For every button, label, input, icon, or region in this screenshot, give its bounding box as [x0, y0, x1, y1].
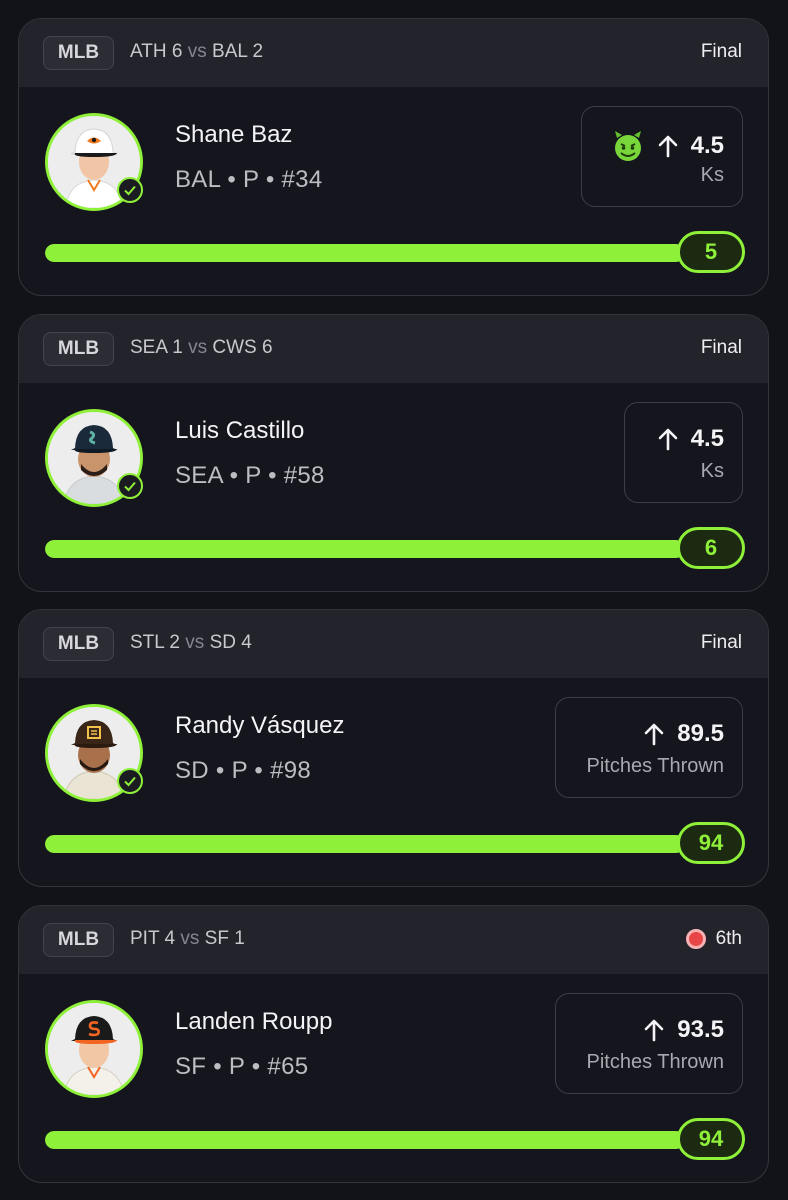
league-badge: MLB: [43, 332, 114, 366]
card-header: MLB SEA 1 vs CWS 6 Final: [19, 315, 768, 383]
matchup: STL 2 vs SD 4: [130, 632, 252, 654]
prop-stat-unit: Ks: [700, 460, 724, 482]
card-header: MLB STL 2 vs SD 4 Final: [19, 610, 768, 678]
league-badge: MLB: [43, 627, 114, 661]
away-team: STL: [130, 632, 165, 653]
game-status: 6th: [685, 928, 742, 950]
pick-card[interactable]: MLB STL 2 vs SD 4 Final Randy Vásquez SD…: [18, 609, 769, 887]
vs-label: vs: [188, 337, 208, 358]
away-score: 6: [171, 41, 183, 62]
progress-bar-fill: [45, 244, 685, 262]
prop-line: 89.5: [643, 720, 724, 748]
prop-line: 4.5: [611, 129, 724, 163]
result-badge: 5: [677, 231, 745, 273]
home-score: 6: [262, 337, 273, 358]
card-header: MLB ATH 6 vs BAL 2 Final: [19, 19, 768, 87]
game-status-label: Final: [700, 632, 742, 653]
player-meta: BAL • P • #34: [175, 166, 323, 193]
home-team: CWS: [212, 337, 257, 358]
arrow-up-icon: [658, 428, 677, 451]
prop-line-value: 93.5: [677, 1016, 724, 1043]
away-team: ATH: [130, 41, 167, 62]
matchup: SEA 1 vs CWS 6: [130, 337, 273, 359]
arrow-up-icon: [658, 135, 677, 158]
game-status-label: Final: [700, 41, 742, 62]
vs-label: vs: [180, 928, 200, 949]
result-badge: 94: [677, 822, 745, 864]
player-meta: SD • P • #98: [175, 757, 312, 784]
pick-card[interactable]: MLB PIT 4 vs SF 1 6th Landen Roupp SF • …: [18, 905, 769, 1183]
player-meta: SEA • P • #58: [175, 462, 325, 489]
progress-bar-fill: [45, 835, 685, 853]
progress-bar-fill: [45, 1131, 685, 1149]
away-team: SEA: [130, 337, 167, 358]
player-name: Luis Castillo: [175, 417, 305, 444]
progress-bar: [45, 244, 685, 262]
player-name: Randy Vásquez: [175, 712, 345, 739]
league-badge: MLB: [43, 36, 114, 70]
game-status-label: 6th: [715, 928, 742, 949]
player-meta: SF • P • #65: [175, 1053, 309, 1080]
progress-bar-fill: [45, 540, 685, 558]
vs-label: vs: [185, 632, 205, 653]
prop-stat-unit: Ks: [700, 164, 724, 186]
live-indicator-icon: [685, 929, 706, 949]
player-avatar[interactable]: [45, 1000, 143, 1098]
away-score: 2: [169, 632, 180, 653]
result-badge: 6: [677, 527, 745, 569]
prop-line-box[interactable]: 4.5 Ks: [624, 402, 743, 503]
prop-line-box[interactable]: 93.5 Pitches Thrown: [555, 993, 743, 1094]
arrow-up-icon: [644, 723, 664, 746]
devil-emoji-icon: [614, 131, 641, 161]
prop-stat-unit: Pitches Thrown: [586, 755, 724, 777]
away-score: 4: [164, 928, 176, 949]
away-team: PIT: [130, 928, 160, 949]
home-score: 4: [241, 632, 252, 653]
prop-line-value: 4.5: [690, 132, 724, 159]
prop-line-box[interactable]: 4.5 Ks: [581, 106, 743, 207]
prop-line-value: 4.5: [690, 425, 724, 452]
verified-check-icon: [117, 177, 143, 203]
vs-label: vs: [187, 41, 207, 62]
progress-bar: [45, 1131, 685, 1149]
pick-card[interactable]: MLB ATH 6 vs BAL 2 Final Shane Baz BAL •…: [18, 18, 769, 296]
card-header: MLB PIT 4 vs SF 1 6th: [19, 906, 768, 974]
league-badge: MLB: [43, 923, 114, 957]
matchup: PIT 4 vs SF 1: [130, 928, 245, 950]
player-name: Shane Baz: [175, 121, 293, 148]
prop-line: 93.5: [643, 1016, 724, 1044]
progress-bar: [45, 835, 685, 853]
verified-check-icon: [117, 768, 143, 794]
matchup: ATH 6 vs BAL 2: [130, 41, 263, 63]
home-team: SF: [204, 928, 229, 949]
progress-bar: [45, 540, 685, 558]
pick-card[interactable]: MLB SEA 1 vs CWS 6 Final Luis Castillo S…: [18, 314, 769, 592]
player-name: Landen Roupp: [175, 1008, 333, 1035]
game-status: Final: [701, 632, 742, 654]
away-score: 1: [172, 337, 183, 358]
prop-line-box[interactable]: 89.5 Pitches Thrown: [555, 697, 743, 798]
game-status-label: Final: [700, 337, 742, 358]
home-team: BAL: [212, 41, 248, 62]
verified-check-icon: [117, 473, 143, 499]
prop-stat-unit: Pitches Thrown: [586, 1051, 724, 1073]
home-score: 2: [252, 41, 264, 62]
arrow-up-icon: [644, 1019, 664, 1042]
home-team: SD: [209, 632, 236, 653]
game-status: Final: [701, 41, 742, 63]
result-badge: 94: [677, 1118, 745, 1160]
prop-line-value: 89.5: [677, 720, 724, 747]
home-score: 1: [234, 928, 245, 949]
prop-line: 4.5: [657, 425, 724, 453]
game-status: Final: [701, 337, 742, 359]
